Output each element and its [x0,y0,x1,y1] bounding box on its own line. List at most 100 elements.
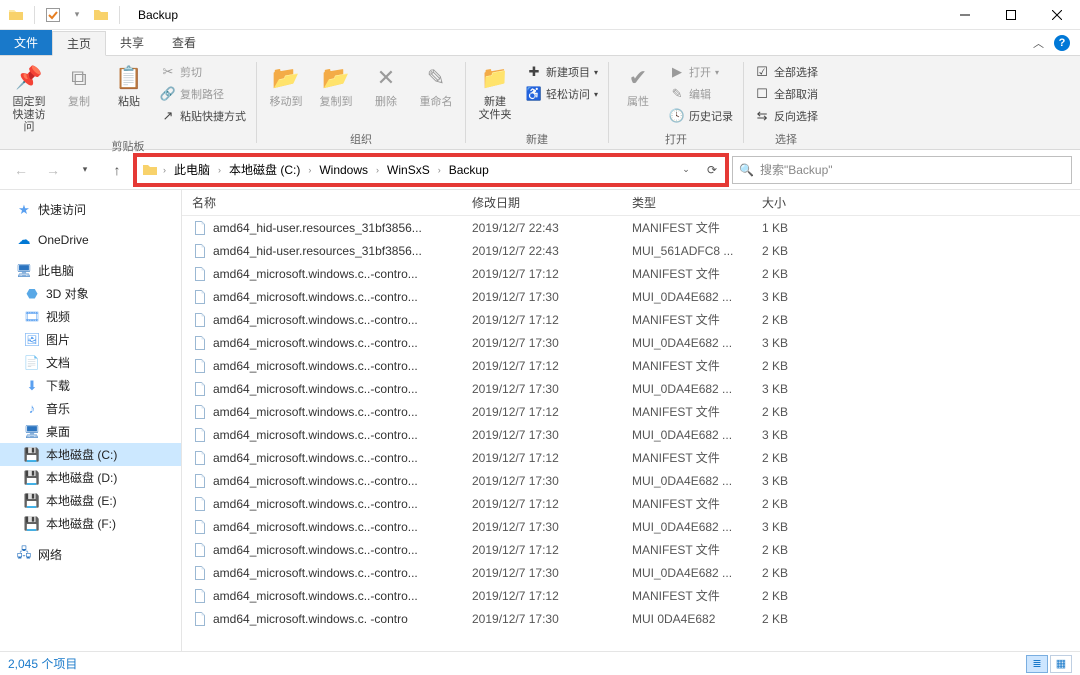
thumbnails-view-button[interactable]: ▦ [1050,655,1072,673]
file-row[interactable]: amd64_microsoft.windows.c..-contro...201… [182,400,1080,423]
sidebar-item-3d-objects[interactable]: ⬣3D 对象 [0,282,181,305]
easy-access-label: 轻松访问 [546,86,590,102]
tab-share[interactable]: 共享 [106,30,158,55]
sidebar-item-desktop[interactable]: 🖥桌面 [0,420,181,443]
copy-path-button[interactable]: 🔗复制路径 [156,84,250,104]
sidebar-item-quick-access[interactable]: ★快速访问 [0,198,181,221]
file-row[interactable]: amd64_microsoft.windows.c..-contro...201… [182,469,1080,492]
column-name[interactable]: 名称 [182,194,462,211]
copy-button[interactable]: ⧉ 复制 [56,60,102,111]
sidebar-item-pictures[interactable]: 🖼图片 [0,328,181,351]
delete-button[interactable]: ✕删除 [363,60,409,111]
sidebar-item-documents[interactable]: 📄文档 [0,351,181,374]
tab-home[interactable]: 主页 [52,31,106,56]
details-view-button[interactable]: ≣ [1026,655,1048,673]
file-row[interactable]: amd64_microsoft.windows.c..-contro...201… [182,308,1080,331]
sidebar-item-disk-c[interactable]: 💾本地磁盘 (C:) [0,443,181,466]
open-button[interactable]: ▶打开 ▾ [665,62,737,82]
recent-locations-button[interactable]: ▾ [72,157,98,183]
file-row[interactable]: amd64_microsoft.windows.c..-contro...201… [182,354,1080,377]
file-type: MANIFEST 文件 [622,449,752,466]
chevron-right-icon[interactable]: › [216,165,223,175]
navigation-pane[interactable]: ★快速访问 ☁OneDrive 🖥此电脑 ⬣3D 对象 🎞视频 🖼图片 📄文档 … [0,190,182,651]
column-headers[interactable]: 名称 修改日期 类型 大小 [182,190,1080,216]
file-row[interactable]: amd64_microsoft.windows.c..-contro...201… [182,331,1080,354]
file-row[interactable]: amd64_hid-user.resources_31bf3856...2019… [182,239,1080,262]
maximize-button[interactable] [988,0,1034,30]
tab-view[interactable]: 查看 [158,30,210,55]
sidebar-item-network[interactable]: 🖧网络 [0,543,181,566]
sidebar-item-downloads[interactable]: ⬇下载 [0,374,181,397]
paste-button[interactable]: 📋 粘贴 [106,60,152,111]
chevron-down-icon[interactable]: ▾ [67,5,87,25]
new-folder-button[interactable]: 📁新建 文件夹 [472,60,518,123]
cut-button[interactable]: ✂剪切 [156,62,250,82]
chevron-down-icon: ▾ [715,68,719,77]
file-row[interactable]: amd64_hid-user.resources_31bf3856...2019… [182,216,1080,239]
file-list[interactable]: amd64_hid-user.resources_31bf3856...2019… [182,216,1080,651]
breadcrumb-segment[interactable]: WinSxS [381,157,436,183]
chevron-right-icon[interactable]: › [306,165,313,175]
file-row[interactable]: amd64_microsoft.windows.c..-contro...201… [182,538,1080,561]
sidebar-item-disk-f[interactable]: 💾本地磁盘 (F:) [0,512,181,535]
history-dropdown-button[interactable]: ⌄ [673,157,699,183]
properties-button[interactable]: ✔属性 [615,60,661,111]
checkbox-checked-icon[interactable] [43,5,63,25]
tab-file[interactable]: 文件 [0,30,52,55]
breadcrumb: 此电脑›本地磁盘 (C:)›Windows›WinSxS›Backup [168,157,495,183]
file-row[interactable]: amd64_microsoft.windows.c..-contro...201… [182,377,1080,400]
paste-shortcut-button[interactable]: ↗粘贴快捷方式 [156,106,250,126]
file-row[interactable]: amd64_microsoft.windows.c..-contro...201… [182,584,1080,607]
breadcrumb-segment[interactable]: Windows [313,157,374,183]
chevron-right-icon[interactable]: › [161,165,168,175]
forward-button[interactable]: → [40,157,66,183]
column-size[interactable]: 大小 [752,194,832,211]
help-icon[interactable]: ? [1054,35,1070,51]
file-row[interactable]: amd64_microsoft.windows.c..-contro...201… [182,262,1080,285]
invert-selection-button[interactable]: ⇆反向选择 [750,106,822,126]
back-button[interactable]: ← [8,157,34,183]
up-button[interactable]: ↑ [104,157,130,183]
sidebar-item-disk-d[interactable]: 💾本地磁盘 (D:) [0,466,181,489]
new-item-icon: ✚ [526,64,542,80]
search-input[interactable] [760,163,1071,177]
history-button[interactable]: 🕓历史记录 [665,106,737,126]
file-row[interactable]: amd64_microsoft.windows.c..-contro...201… [182,515,1080,538]
easy-access-button[interactable]: ♿轻松访问 ▾ [522,84,602,104]
search-box[interactable]: 🔍 [732,156,1072,184]
edit-button[interactable]: ✎编辑 [665,84,737,104]
copy-to-button[interactable]: 📂复制到 [313,60,359,111]
chevron-right-icon[interactable]: › [436,165,443,175]
sidebar-item-disk-e[interactable]: 💾本地磁盘 (E:) [0,489,181,512]
file-row[interactable]: amd64_microsoft.windows.c..-contro...201… [182,423,1080,446]
item-count: 2,045 个项目 [8,655,77,672]
move-to-button[interactable]: 📂移动到 [263,60,309,111]
close-button[interactable] [1034,0,1080,30]
refresh-button[interactable]: ⟳ [699,157,725,183]
select-all-button[interactable]: ☑全部选择 [750,62,822,82]
file-row[interactable]: amd64_microsoft.windows.c..-contro...201… [182,446,1080,469]
file-type: MANIFEST 文件 [622,403,752,420]
file-row[interactable]: amd64_microsoft.windows.c..-contro...201… [182,561,1080,584]
sidebar-item-music[interactable]: ♪音乐 [0,397,181,420]
file-row[interactable]: amd64_microsoft.windows.c. -contro2019/1… [182,607,1080,630]
folder-icon[interactable] [91,5,111,25]
file-row[interactable]: amd64_microsoft.windows.c..-contro...201… [182,285,1080,308]
breadcrumb-segment[interactable]: 此电脑 [168,157,216,183]
rename-button[interactable]: ✎重命名 [413,60,459,111]
column-type[interactable]: 类型 [622,194,752,211]
sidebar-item-onedrive[interactable]: ☁OneDrive [0,229,181,251]
chevron-up-icon[interactable]: ︿ [1033,35,1044,51]
address-bar[interactable]: › 此电脑›本地磁盘 (C:)›Windows›WinSxS›Backup ⌄ … [136,156,726,184]
chevron-right-icon[interactable]: › [374,165,381,175]
column-date[interactable]: 修改日期 [462,194,622,211]
new-item-button[interactable]: ✚新建项目 ▾ [522,62,602,82]
select-none-button[interactable]: ☐全部取消 [750,84,822,104]
file-row[interactable]: amd64_microsoft.windows.c..-contro...201… [182,492,1080,515]
sidebar-item-this-pc[interactable]: 🖥此电脑 [0,259,181,282]
pin-to-quick-access-button[interactable]: 📌 固定到 快速访问 [6,60,52,136]
minimize-button[interactable] [942,0,988,30]
breadcrumb-segment[interactable]: Backup [443,157,495,183]
breadcrumb-segment[interactable]: 本地磁盘 (C:) [223,157,306,183]
sidebar-item-videos[interactable]: 🎞视频 [0,305,181,328]
